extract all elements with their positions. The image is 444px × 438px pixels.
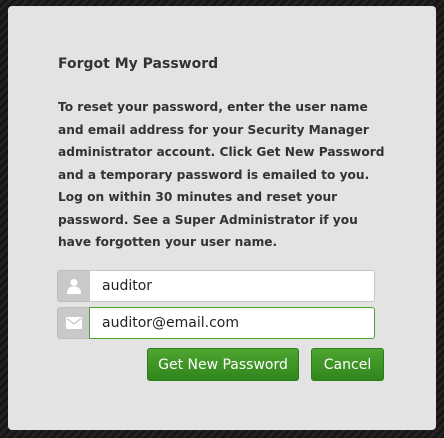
forgot-password-dialog: Forgot My Password To reset your passwor… <box>8 6 436 430</box>
get-new-password-button[interactable]: Get New Password <box>147 348 299 381</box>
username-field-group <box>57 270 375 302</box>
username-input[interactable] <box>89 270 375 302</box>
email-field-group <box>57 307 375 339</box>
dialog-title: Forgot My Password <box>58 56 219 72</box>
user-icon <box>57 270 89 302</box>
cancel-button[interactable]: Cancel <box>311 348 384 381</box>
email-input[interactable] <box>89 307 375 339</box>
dialog-description: To reset your password, enter the user n… <box>58 100 385 249</box>
envelope-icon <box>57 307 89 339</box>
